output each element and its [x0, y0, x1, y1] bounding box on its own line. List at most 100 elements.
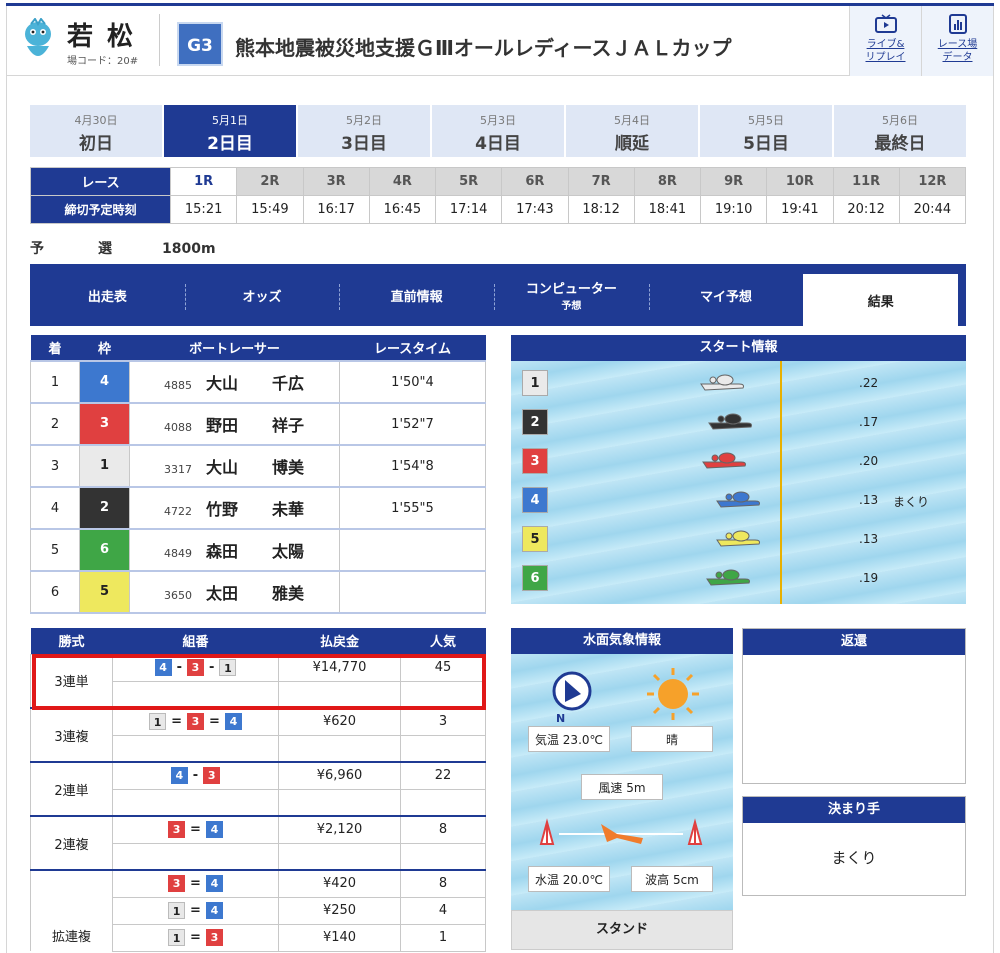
racer[interactable]: 4849 森田 太陽: [129, 529, 340, 572]
day-date: 5月5日: [748, 114, 784, 127]
combo-operator: =: [209, 714, 220, 730]
boat-icon: [716, 491, 760, 508]
racer[interactable]: 3317 大山 博美: [129, 445, 340, 488]
race-distance: 1800m: [162, 241, 216, 257]
highlight-box: [32, 654, 486, 710]
empty-cell: [278, 788, 401, 817]
col-popularity: 人気: [400, 628, 486, 654]
tv-icon: [874, 14, 897, 33]
mascot-logo-icon: [25, 18, 51, 56]
day-tab-5[interactable]: 5月4日 順延: [566, 105, 698, 157]
tab-result[interactable]: 結果: [803, 274, 959, 326]
bet-type: 2連単: [30, 761, 113, 817]
payout-row: 2連単 4-3 ¥6,960 22: [30, 761, 486, 817]
race-link-5[interactable]: 5R: [434, 167, 503, 196]
combo-boat: 4: [224, 713, 242, 731]
racer[interactable]: 4088 野田 祥子: [129, 403, 340, 446]
boat-icon: [706, 569, 750, 586]
weather-condition: 晴: [631, 726, 713, 752]
combo-operator: =: [190, 876, 201, 892]
start-timing: .13: [859, 493, 879, 507]
compass-north: N: [556, 712, 566, 725]
combo-boat: 4: [205, 875, 223, 893]
racer[interactable]: 3650 太田 雅美: [129, 571, 340, 614]
start-course: 3: [522, 448, 548, 474]
tab-sublabel: 予想: [561, 301, 582, 312]
race-link-4[interactable]: 4R: [368, 167, 437, 196]
tab-computer-prediction[interactable]: コンピューター 予想: [494, 274, 649, 316]
popularity: 3: [400, 707, 486, 736]
combination: 4-3: [112, 761, 279, 790]
empty-cell: [400, 734, 486, 763]
day-tab-4[interactable]: 5月3日 4日目: [432, 105, 564, 157]
combo-boat: 1: [168, 902, 186, 919]
wave-height: 波高 5cm: [631, 866, 713, 892]
venue-data-button[interactable]: レース場 データ: [921, 6, 993, 76]
racer[interactable]: 4722 竹野 未華: [129, 487, 340, 530]
combo-boat: 3: [168, 875, 186, 893]
racer[interactable]: 4885 大山 千広: [129, 361, 340, 404]
payout-amount: ¥2,120: [278, 815, 401, 844]
race-link-9[interactable]: 9R: [699, 167, 768, 196]
tab-odds[interactable]: オッズ: [184, 274, 340, 316]
venue-data-label-2: データ: [942, 52, 973, 63]
race-time: 1'52"7: [339, 403, 486, 446]
race-link-1[interactable]: 1R: [169, 167, 238, 196]
start-water: 1.22 2.17 3.20 4.13 まくり 5.13 6.19: [511, 361, 966, 604]
racer-last-name: 太田: [206, 584, 239, 603]
race-section: 予 選 1800m: [30, 238, 216, 258]
race-link-3[interactable]: 3R: [302, 167, 370, 196]
live-replay-button[interactable]: ライブ& リプレイ: [849, 6, 921, 76]
col-place: 着: [30, 335, 80, 361]
racer-last-name: 大山: [206, 374, 239, 393]
race-link-8[interactable]: 8R: [633, 167, 702, 196]
race-link-2[interactable]: 2R: [236, 167, 304, 196]
race-link-11[interactable]: 11R: [832, 167, 900, 196]
tab-entry-list[interactable]: 出走表: [30, 274, 185, 316]
racer-registration: 4088: [164, 421, 192, 434]
race-link-7[interactable]: 7R: [567, 167, 635, 196]
wind-speed: 風速 5m: [581, 774, 663, 800]
boat-icon: [700, 374, 744, 391]
racer-last-name: 大山: [206, 458, 239, 477]
wind-arrow-icon: [539, 818, 703, 845]
day-date: 4月30日: [74, 114, 118, 127]
day-date: 5月6日: [882, 114, 918, 127]
tab-pre-race-info[interactable]: 直前情報: [339, 274, 494, 316]
empty-cell: [400, 788, 486, 817]
race-link-6[interactable]: 6R: [501, 167, 569, 196]
day-tab-7[interactable]: 5月6日 最終日: [834, 105, 966, 157]
start-row: 2.17: [511, 407, 966, 437]
tab-label: コンピューター: [525, 282, 617, 297]
combination: 3 = 4: [112, 815, 279, 844]
day-date: 5月3日: [480, 114, 516, 127]
popularity: 1: [400, 923, 486, 952]
combo-operator: =: [190, 930, 201, 945]
grade-badge: G3: [177, 22, 223, 66]
race-header: レース: [30, 167, 171, 196]
start-row: 5.13: [511, 524, 966, 554]
day-tab-2[interactable]: 5月1日 2日目: [164, 105, 296, 157]
start-info-title: スタート情報: [511, 335, 966, 361]
day-tab-3[interactable]: 5月2日 3日目: [298, 105, 430, 157]
race-link-12[interactable]: 12R: [898, 167, 967, 196]
combo-boat: 4: [170, 767, 188, 785]
day-tab-6[interactable]: 5月5日 5日目: [700, 105, 832, 157]
start-course: 5: [522, 526, 548, 552]
day-tab-1[interactable]: 4月30日 初日: [30, 105, 162, 157]
empty-cell: [278, 842, 401, 871]
race-time: 1'55"5: [339, 487, 486, 530]
popularity: 22: [400, 761, 486, 790]
race-title: 熊本地震被災地支援ＧⅢオールレディースＪＡＬカップ: [235, 36, 732, 60]
combo-boat: 1: [168, 929, 186, 946]
deadline-time: 16:17: [302, 195, 370, 224]
racer-first-name: 千広: [272, 374, 305, 393]
col-racer: ボートレーサー: [129, 335, 340, 361]
race-link-10[interactable]: 10R: [766, 167, 834, 196]
day-label: 5日目: [743, 134, 789, 154]
start-timing: .20: [859, 454, 879, 468]
place: 3: [30, 445, 80, 488]
race-time: 1'54"8: [339, 445, 486, 488]
frame-cell: 2: [79, 487, 130, 530]
tab-my-prediction[interactable]: マイ予想: [648, 274, 804, 316]
